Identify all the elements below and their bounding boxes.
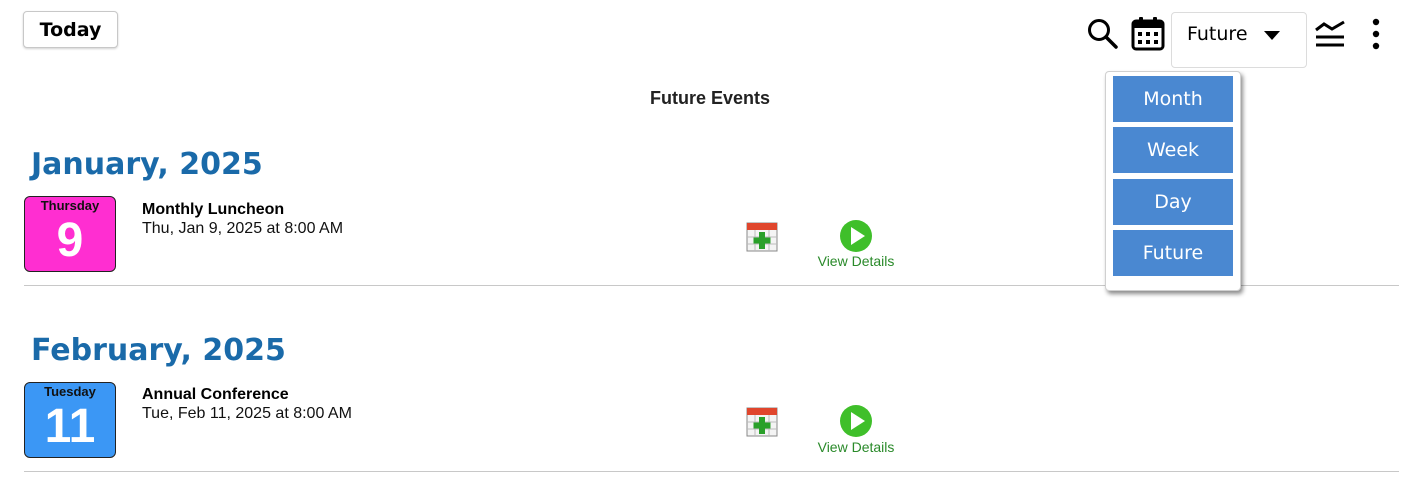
badge-weekday: Tuesday <box>44 384 96 399</box>
event-title: Monthly Luncheon <box>142 201 285 218</box>
filter-icon[interactable] <box>1315 20 1345 48</box>
event-title: Annual Conference <box>142 386 289 403</box>
view-select[interactable]: Future <box>1171 12 1307 68</box>
view-details-link[interactable]: View Details <box>800 253 912 269</box>
more-vertical-icon[interactable] <box>1365 18 1387 50</box>
view-menu-item-future[interactable]: Future <box>1113 230 1233 276</box>
play-icon[interactable] <box>839 404 873 438</box>
view-menu-item-month[interactable]: Month <box>1113 76 1233 122</box>
event-datetime: Tue, Feb 11, 2025 at 8:00 AM <box>142 405 352 422</box>
search-icon[interactable] <box>1086 17 1118 49</box>
view-menu-item-week[interactable]: Week <box>1113 127 1233 173</box>
view-menu-item-day[interactable]: Day <box>1113 179 1233 225</box>
month-heading: February, 2025 <box>31 333 286 368</box>
play-icon[interactable] <box>839 219 873 253</box>
view-details-link[interactable]: View Details <box>800 439 912 455</box>
badge-day: 11 <box>44 400 96 453</box>
add-to-calendar-icon[interactable] <box>746 405 778 437</box>
badge-weekday: Thursday <box>40 198 100 213</box>
view-select-value: Future <box>1187 23 1248 45</box>
date-badge: Tuesday 11 <box>24 382 116 458</box>
date-badge: Thursday 9 <box>24 196 116 272</box>
today-button[interactable]: Today <box>23 11 118 48</box>
month-heading: January, 2025 <box>31 147 263 182</box>
chevron-down-icon <box>1264 31 1280 40</box>
divider <box>24 471 1399 472</box>
badge-day: 9 <box>56 214 84 267</box>
add-to-calendar-icon[interactable] <box>746 220 778 252</box>
view-menu: Month Week Day Future <box>1105 71 1241 291</box>
event-datetime: Thu, Jan 9, 2025 at 8:00 AM <box>142 220 344 237</box>
calendar-icon[interactable] <box>1131 16 1165 51</box>
